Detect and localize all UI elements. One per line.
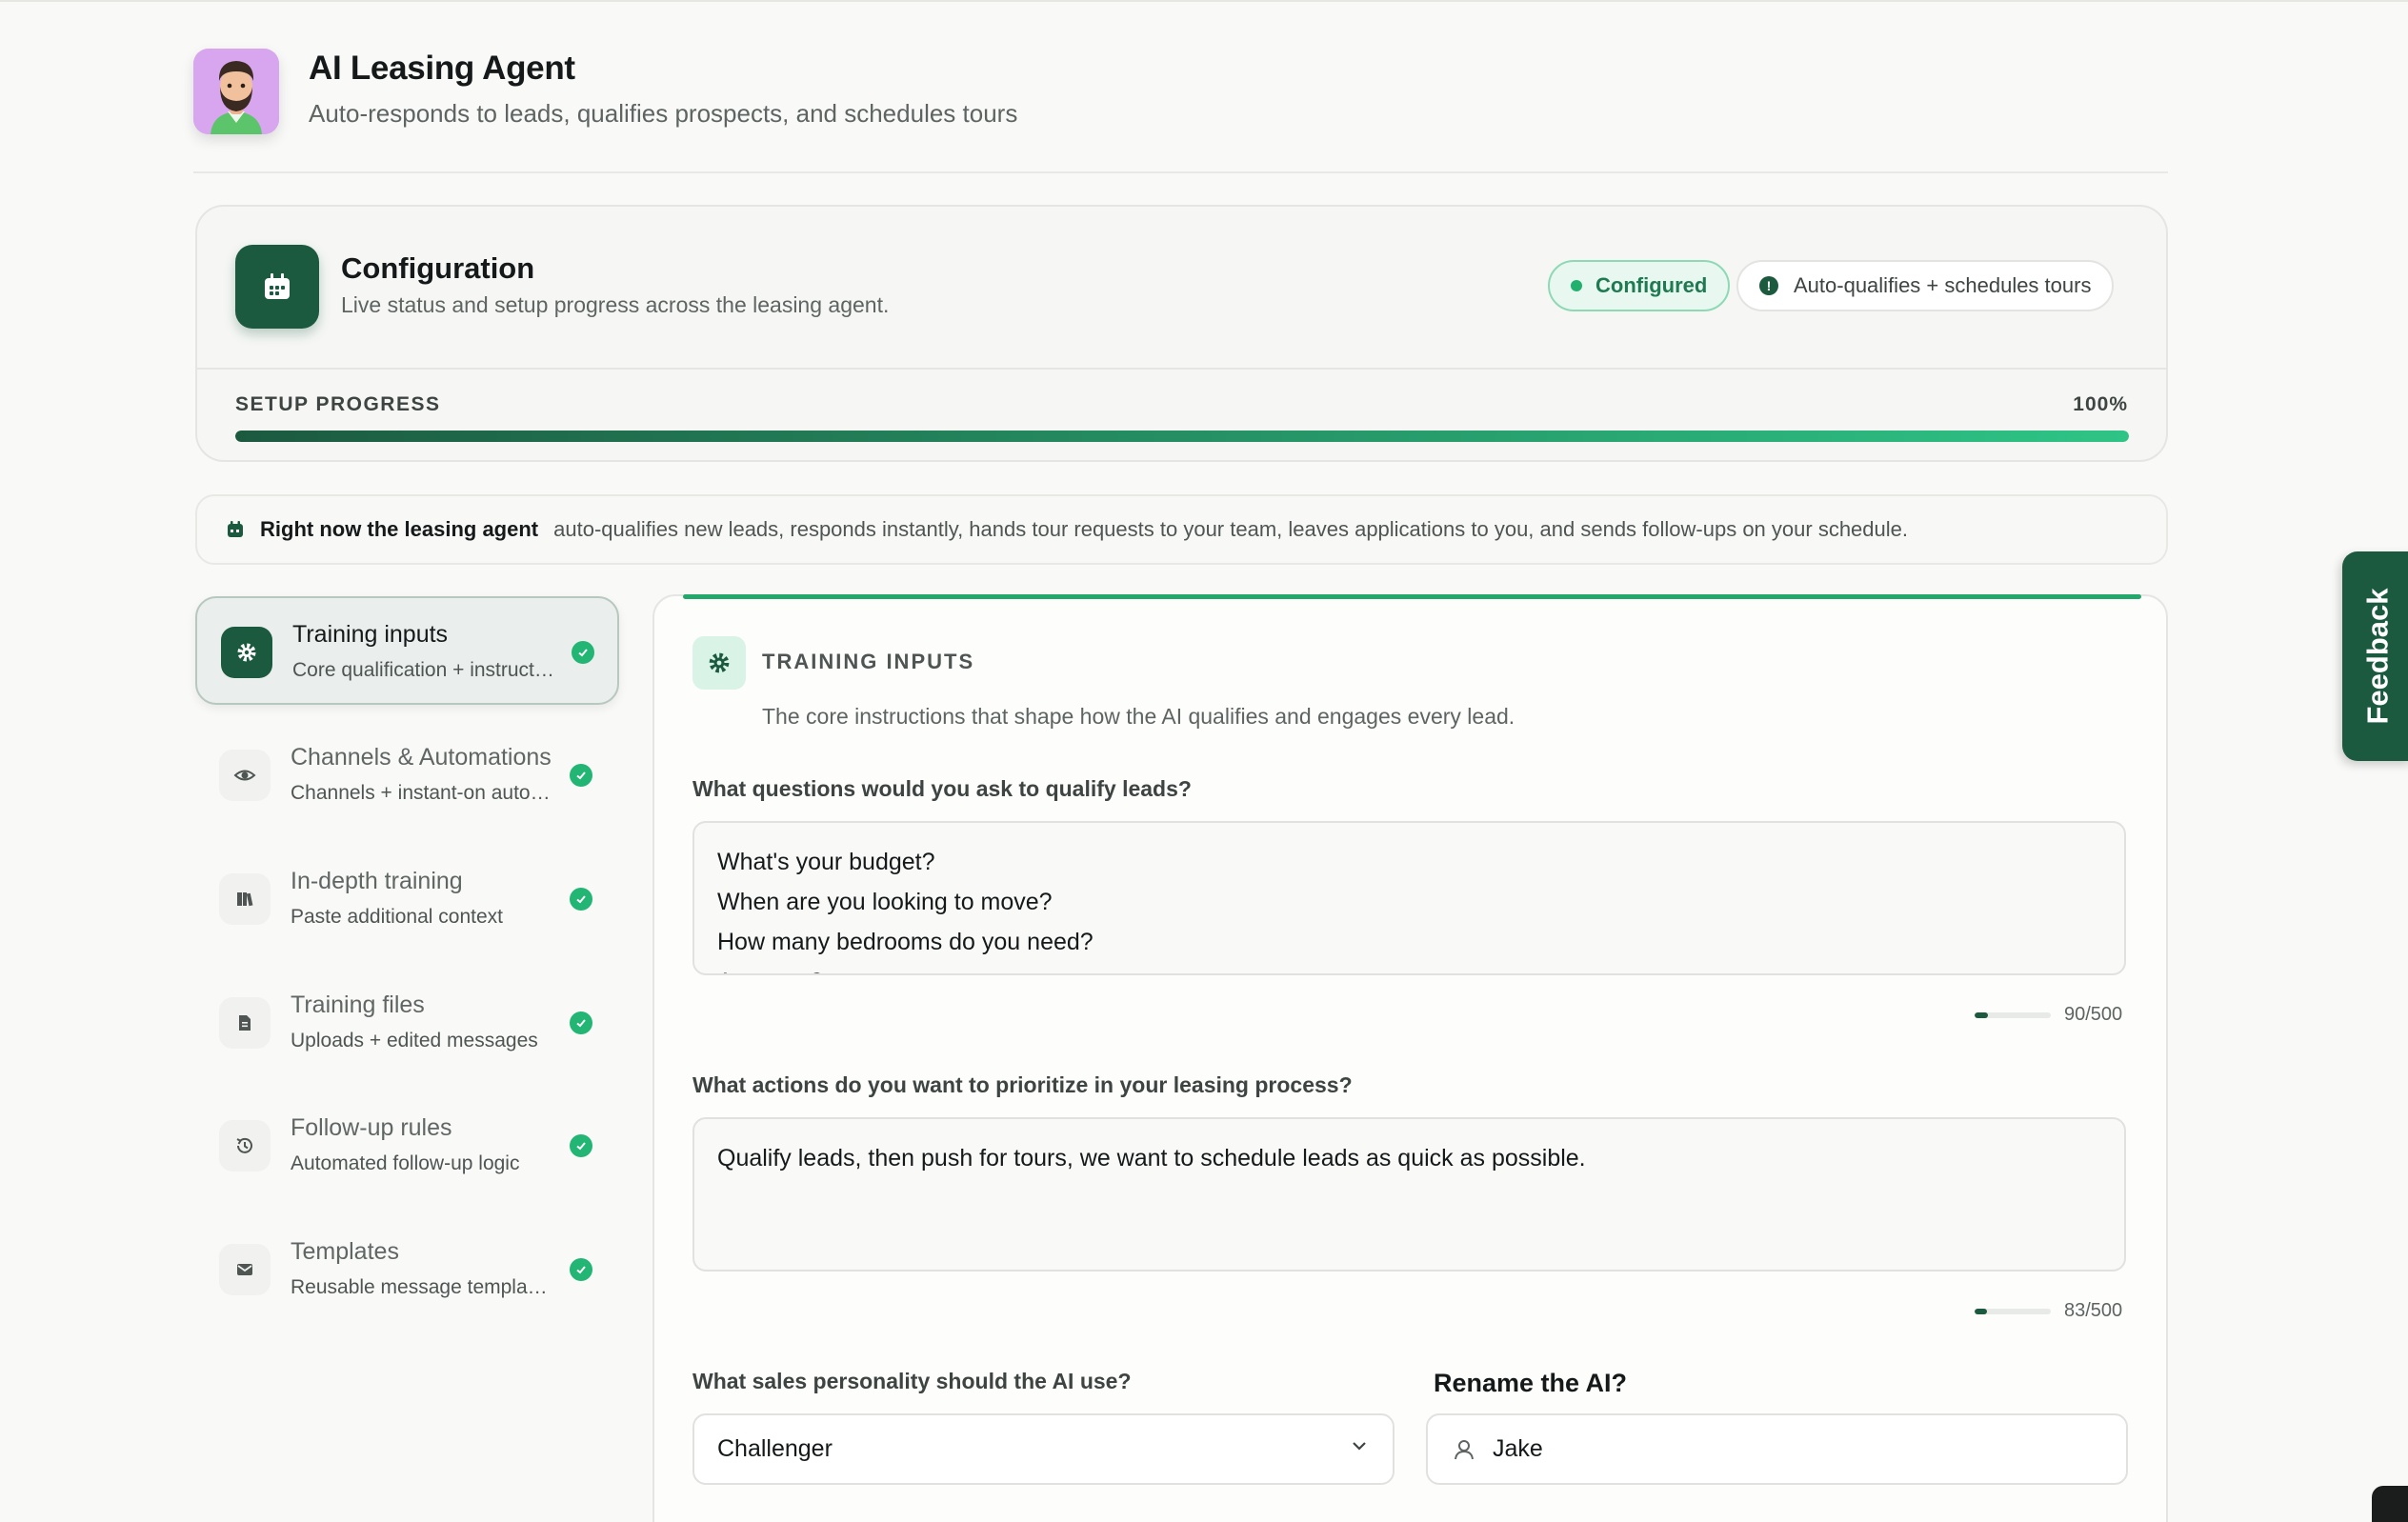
setup-progress-bar: [235, 431, 2129, 442]
gear-icon: [221, 627, 272, 678]
capability-badge: ! Auto-qualifies + schedules tours: [1736, 260, 2115, 311]
configuration-subtitle: Live status and setup progress across th…: [341, 292, 890, 317]
sidebar-item-subtitle: Paste additional context: [291, 906, 503, 928]
eye-icon: [219, 750, 271, 801]
panel-accent-line: [683, 594, 2141, 599]
setup-progress-fill: [235, 431, 2129, 442]
sidebar-item-subtitle: Reusable message templates: [291, 1276, 552, 1298]
status-dot-icon: [1571, 280, 1582, 291]
feedback-tab[interactable]: Feedback: [2342, 551, 2408, 761]
setup-progress-label: SETUP PROGRESS: [235, 393, 441, 415]
panel-title: TRAINING INPUTS: [762, 650, 975, 673]
configuration-title: Configuration: [341, 251, 535, 285]
qualify-questions-textarea[interactable]: What's your budget? When are you looking…: [692, 821, 2126, 975]
sales-personality-value: Challenger: [717, 1435, 833, 1462]
sidebar-item-subtitle: Automated follow-up logic: [291, 1152, 520, 1174]
ai-name-input[interactable]: Jake: [1426, 1413, 2128, 1485]
qualify-questions-label: What questions would you ask to qualify …: [692, 776, 1192, 801]
sidebar-item-subtitle: Core qualification + instructions: [292, 659, 554, 681]
check-icon: [570, 888, 592, 911]
sales-personality-select[interactable]: Challenger: [692, 1413, 1395, 1485]
check-icon: [570, 1134, 592, 1157]
check-icon: [570, 764, 592, 787]
check-icon: [572, 641, 594, 664]
sidebar-item-follow-up-rules[interactable]: Follow-up rules Automated follow-up logi…: [195, 1091, 619, 1200]
sidebar-item-training-inputs[interactable]: Training inputs Core qualification + ins…: [195, 596, 619, 705]
character-count-bar: [1975, 1011, 2051, 1018]
setup-progress-percent: 100%: [2073, 393, 2128, 415]
agent-avatar: [193, 49, 279, 134]
chat-launcher-button[interactable]: [2372, 1486, 2408, 1522]
priority-actions-counter: 83/500: [1975, 1300, 2122, 1322]
info-icon: !: [1759, 276, 1778, 295]
capability-label: Auto-qualifies + schedules tours: [1794, 273, 2092, 297]
sidebar-item-in-depth-training[interactable]: In-depth training Paste additional conte…: [195, 845, 619, 953]
sidebar-item-training-files[interactable]: Training files Uploads + edited messages: [195, 969, 619, 1077]
sidebar-item-channels[interactable]: Channels & Automations Channels + instan…: [195, 721, 619, 830]
banner-text: auto-qualifies new leads, responds insta…: [553, 517, 1908, 541]
qualify-questions-counter: 90/500: [1975, 1004, 2122, 1026]
character-count-text: 83/500: [2064, 1300, 2123, 1321]
check-icon: [570, 1258, 592, 1281]
panel-description: The core instructions that shape how the…: [762, 704, 1515, 729]
sidebar-item-subtitle: Channels + instant-on automations: [291, 782, 552, 804]
page-subtitle: Auto-responds to leads, qualifies prospe…: [309, 99, 1018, 128]
sales-personality-label: What sales personality should the AI use…: [692, 1369, 1132, 1393]
header-divider: [193, 171, 2168, 173]
configuration-divider: [197, 368, 2166, 370]
character-count-fill: [1975, 1308, 1988, 1314]
robot-icon: [235, 245, 319, 329]
gear-icon: [692, 636, 746, 690]
priority-actions-label: What actions do you want to prioritize i…: [692, 1072, 1353, 1097]
file-icon: [219, 997, 271, 1049]
ai-name-value: Jake: [1493, 1435, 1543, 1462]
character-count-fill: [1975, 1011, 1989, 1018]
check-icon: [570, 1011, 592, 1034]
user-icon: [1451, 1436, 1477, 1463]
sidebar-item-subtitle: Uploads + edited messages: [291, 1030, 538, 1051]
configured-status-badge: Configured: [1548, 260, 1731, 311]
banner-heading: Right now the leasing agent: [260, 517, 539, 541]
configuration-card: Configuration Live status and setup prog…: [195, 205, 2168, 462]
calendar-icon: [226, 520, 245, 539]
page-title: AI Leasing Agent: [309, 50, 575, 87]
sidebar-item-title: Channels & Automations: [291, 744, 552, 771]
character-count-bar: [1975, 1308, 2051, 1314]
mail-icon: [219, 1244, 271, 1295]
configured-status-label: Configured: [1595, 273, 1708, 297]
chevron-down-icon: [1349, 1435, 1370, 1463]
training-inputs-panel: TRAINING INPUTS The core instructions th…: [652, 594, 2168, 1522]
history-icon: [219, 1120, 271, 1172]
sidebar-item-title: Training inputs: [292, 621, 449, 648]
sidebar-item-title: Training files: [291, 991, 425, 1018]
rename-ai-label: Rename the AI?: [1434, 1369, 1628, 1397]
priority-actions-textarea[interactable]: Qualify leads, then push for tours, we w…: [692, 1117, 2126, 1272]
character-count-text: 90/500: [2064, 1004, 2123, 1025]
sidebar-item-title: Templates: [291, 1238, 399, 1265]
sidebar-item-title: In-depth training: [291, 868, 463, 894]
books-icon: [219, 873, 271, 925]
sidebar-item-templates[interactable]: Templates Reusable message templates: [195, 1215, 619, 1324]
sidebar-item-title: Follow-up rules: [291, 1114, 452, 1141]
feedback-label: Feedback: [2360, 588, 2395, 725]
status-banner: Right now the leasing agent auto-qualifi…: [195, 494, 2168, 565]
